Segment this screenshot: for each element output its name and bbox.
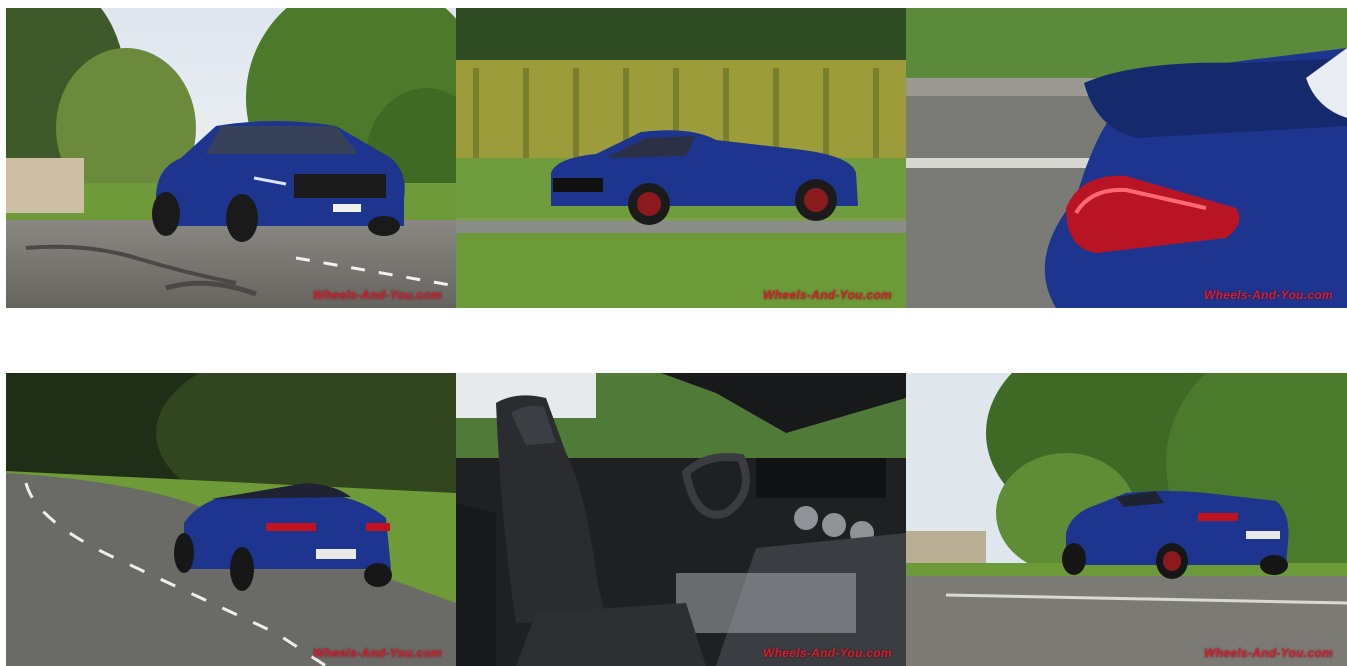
rear-road-photo — [6, 373, 456, 666]
gallery-image-rear-on-road[interactable]: Wheels-And-You.com — [6, 373, 456, 666]
taillight-photo — [906, 8, 1347, 308]
front-car-photo — [6, 8, 456, 308]
rear-field-photo — [906, 373, 1347, 666]
gallery-image-side-profile-motion[interactable]: Wheels-And-You.com — [456, 8, 906, 308]
interior-photo — [456, 373, 906, 666]
side-car-photo — [456, 8, 906, 308]
gallery-image-interior-seats[interactable]: Wheels-And-You.com — [456, 373, 906, 666]
gallery-image-front-three-quarter[interactable]: Wheels-And-You.com — [6, 8, 456, 308]
gallery-image-rear-three-quarter-field[interactable]: Wheels-And-You.com — [906, 373, 1347, 666]
gallery-image-taillight-detail[interactable]: Wheels-And-You.com — [906, 8, 1347, 308]
